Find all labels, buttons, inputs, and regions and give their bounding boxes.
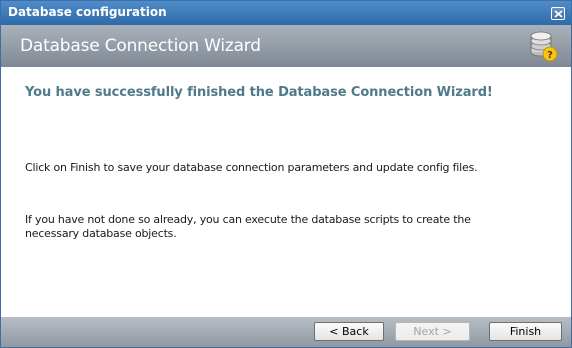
dialog-window: Database configuration Database Connecti…	[0, 0, 572, 348]
svg-text:?: ?	[547, 50, 553, 61]
close-button[interactable]	[551, 7, 565, 20]
finish-instructions: Click on Finish to save your database co…	[25, 161, 478, 174]
back-button[interactable]: < Back	[314, 322, 384, 341]
window-title: Database configuration	[8, 5, 167, 19]
wizard-header: Database Connection Wizard ?	[1, 25, 571, 67]
completion-heading: You have successfully finished the Datab…	[25, 85, 493, 100]
database-help-icon: ?	[530, 31, 558, 62]
wizard-title: Database Connection Wizard	[20, 36, 261, 56]
close-icon	[554, 10, 563, 18]
wizard-content: You have successfully finished the Datab…	[1, 67, 571, 317]
next-button[interactable]: Next >	[395, 322, 470, 341]
wizard-footer: < Back Next > Finish	[1, 317, 571, 347]
finish-button[interactable]: Finish	[489, 322, 562, 341]
scripts-note: If you have not done so already, you can…	[25, 213, 471, 240]
title-bar[interactable]: Database configuration	[1, 1, 571, 25]
